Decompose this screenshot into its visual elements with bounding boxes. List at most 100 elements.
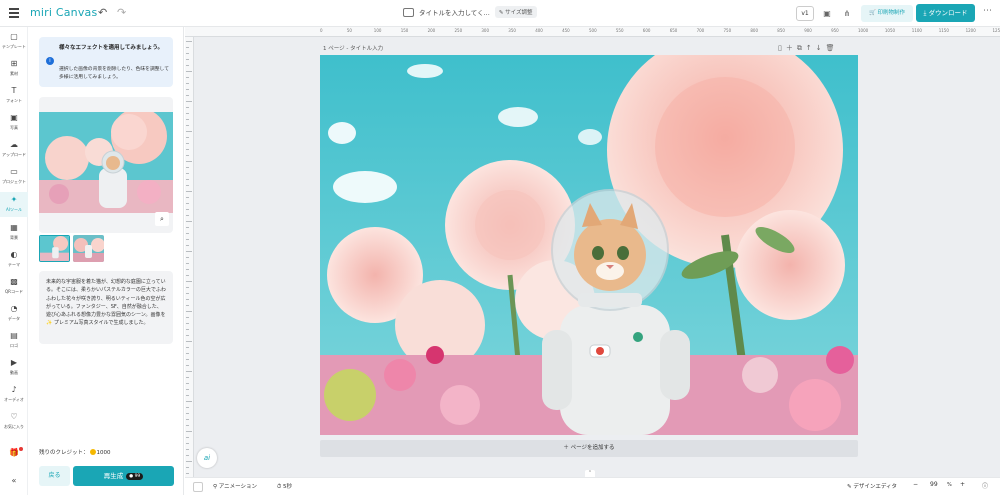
collapse-rail-icon[interactable]: « [7,476,21,485]
ruler-hatch [186,131,192,132]
duplicate-icon[interactable]: ⧉ [797,44,806,52]
download-button[interactable]: ⤓ ダウンロード [916,4,975,22]
regenerate-label: 再生成 [103,472,124,480]
variation-thumbnail-1[interactable] [39,235,70,262]
move-up-icon[interactable]: ↑ [806,44,816,52]
ruler-hatch [186,335,189,336]
ruler-hatch [186,113,189,114]
ruler-hatch [186,227,189,228]
regenerate-button[interactable]: 再生成 ● 99 [73,466,174,486]
rail-item-templates[interactable]: ▢ テンプレート [0,32,28,50]
ruler-tick-label: 750 [723,28,732,33]
ruler-hatch [186,197,189,198]
page-label[interactable]: 1 ページ - タイトル入力 [323,44,383,52]
design-editor-button[interactable]: ✎ デザインエディタ [847,482,897,490]
rail-item-data[interactable]: ◔ データ [0,304,28,322]
rail-label: 素材 [10,71,18,76]
chevron-up-icon[interactable]: ⌃ [585,470,595,477]
ruler-hatch [186,269,189,270]
zoom-value[interactable]: 99 [930,481,938,488]
ruler-hatch [186,149,189,150]
duration-button[interactable]: ⏱ 5秒 [277,482,292,491]
ai-assistant-button[interactable]: ai [197,448,217,468]
effect-info-box: i 様々なエフェクトを適用してみましょう。 選択した画像の背景を削除したり、色味… [39,37,173,87]
ruler-tick-label: 250 [454,28,463,33]
zoom-preview-button[interactable]: ⌕ [155,212,169,226]
redo-icon[interactable]: ↷ [117,6,126,19]
ruler-tick-label: 600 [642,28,651,33]
app-logo[interactable]: miri Canvas [30,6,97,19]
resize-label: サイズ調整 [505,10,533,16]
undo-icon[interactable]: ↶ [98,6,107,19]
delete-icon[interactable]: 🗑 [826,44,839,52]
ai-tool-panel: i 様々なエフェクトを適用してみましょう。 選択した画像の背景を削除したり、色味… [28,27,184,495]
upload-icon: ☁ [10,140,18,149]
variation-thumbnail-2[interactable] [73,235,104,262]
animation-button[interactable]: ⚲ アニメーション [213,482,257,490]
note-icon[interactable]: ▯ [778,44,786,52]
credit-cost-badge: ● 99 [126,472,144,480]
ruler-tick-label: 1050 [884,28,896,33]
ruler-hatch [186,311,192,312]
rail-item-theme[interactable]: ◐ テーマ [0,250,28,268]
vertical-ruler [185,37,194,477]
ruler-hatch [186,257,189,258]
rail-label: プロジェクト [2,179,26,184]
ruler-tick-label: 50 [346,28,352,33]
folder-icon[interactable] [403,8,414,17]
credit-row: 残りのクレジット： 1000 [39,448,111,456]
document-title-area: タイトルを入力してく... ✎ サイズ調整 [403,6,537,18]
heart-icon: ♡ [10,412,18,421]
back-button[interactable]: 戻る [39,466,70,486]
ruler-tick-label: 800 [750,28,759,33]
rail-item-logo[interactable]: ▤ ロゴ [0,331,28,349]
rail-item-elements[interactable]: ⊞ 素材 [0,59,28,77]
add-page-button[interactable]: ＋ ページを追加する [320,440,858,457]
resize-button[interactable]: ✎ サイズ調整 [494,6,537,18]
rail-label: ロゴ [10,343,18,348]
move-down-icon[interactable]: ↓ [816,44,826,52]
rail-item-background[interactable]: ▦ 背景 [0,223,28,241]
rail-item-video[interactable]: ▶ 動画 [0,358,28,376]
rail-item-fonts[interactable]: T フォント [0,86,28,104]
ruler-hatch [186,401,192,402]
add-page-icon[interactable]: ＋ [786,44,797,52]
coin-icon [89,449,96,455]
ruler-hatch [186,59,189,60]
more-icon[interactable]: ⋯ [983,6,992,16]
rail-item-audio[interactable]: ♪ オーディオ [0,385,28,403]
rail-label: フォント [6,98,22,103]
elements-icon: ⊞ [10,59,18,68]
print-order-button[interactable]: 🛒 印刷物制作 [861,5,913,22]
ruler-hatch [186,119,189,120]
document-title[interactable]: タイトルを入力してく... [419,7,490,17]
ruler-hatch [186,209,189,210]
zoom-in-icon[interactable]: + [960,481,965,488]
ruler-hatch [186,413,189,414]
save-icon[interactable]: ▣ [819,6,835,21]
rail-item-favorites[interactable]: ♡ お気に入り [0,412,28,430]
share-icon[interactable]: ⋔ [839,6,855,21]
info-description: 選択した画像の背景を削除したり、色味を調整して多様に活用してみましょう。 [59,67,169,80]
help-icon[interactable]: ⓘ [982,481,988,490]
ruler-hatch [186,155,189,156]
zoom-out-icon[interactable]: − [913,481,918,488]
rail-item-qr[interactable]: ▩ QRコード [0,277,28,295]
ruler-hatch [186,101,192,102]
rail-item-upload[interactable]: ☁ アップロード [0,140,28,158]
select-checkbox[interactable] [193,482,203,492]
template-icon: ▢ [10,32,18,41]
design-canvas[interactable] [320,55,858,435]
left-rail: ▢ テンプレート ⊞ 素材 T フォント ▣ 写真 ☁ アップロード ▭ プロジェクト ✦ A… [0,27,28,495]
ruler-hatch [186,263,189,264]
ruler-tick-label: 850 [777,28,785,33]
rail-item-projects[interactable]: ▭ プロジェクト [0,167,28,185]
ruler-tick-label: 500 [589,28,597,33]
rail-item-photos[interactable]: ▣ 写真 [0,113,28,131]
menu-icon[interactable] [9,8,19,18]
version-button[interactable]: v1 [796,6,814,21]
design-editor-label: デザインエディタ [853,484,897,490]
rail-item-ai-tools[interactable]: ✦ AIツール [0,192,28,217]
ruler-tick-label: 1150 [938,28,949,33]
generated-image-preview[interactable] [39,97,173,233]
